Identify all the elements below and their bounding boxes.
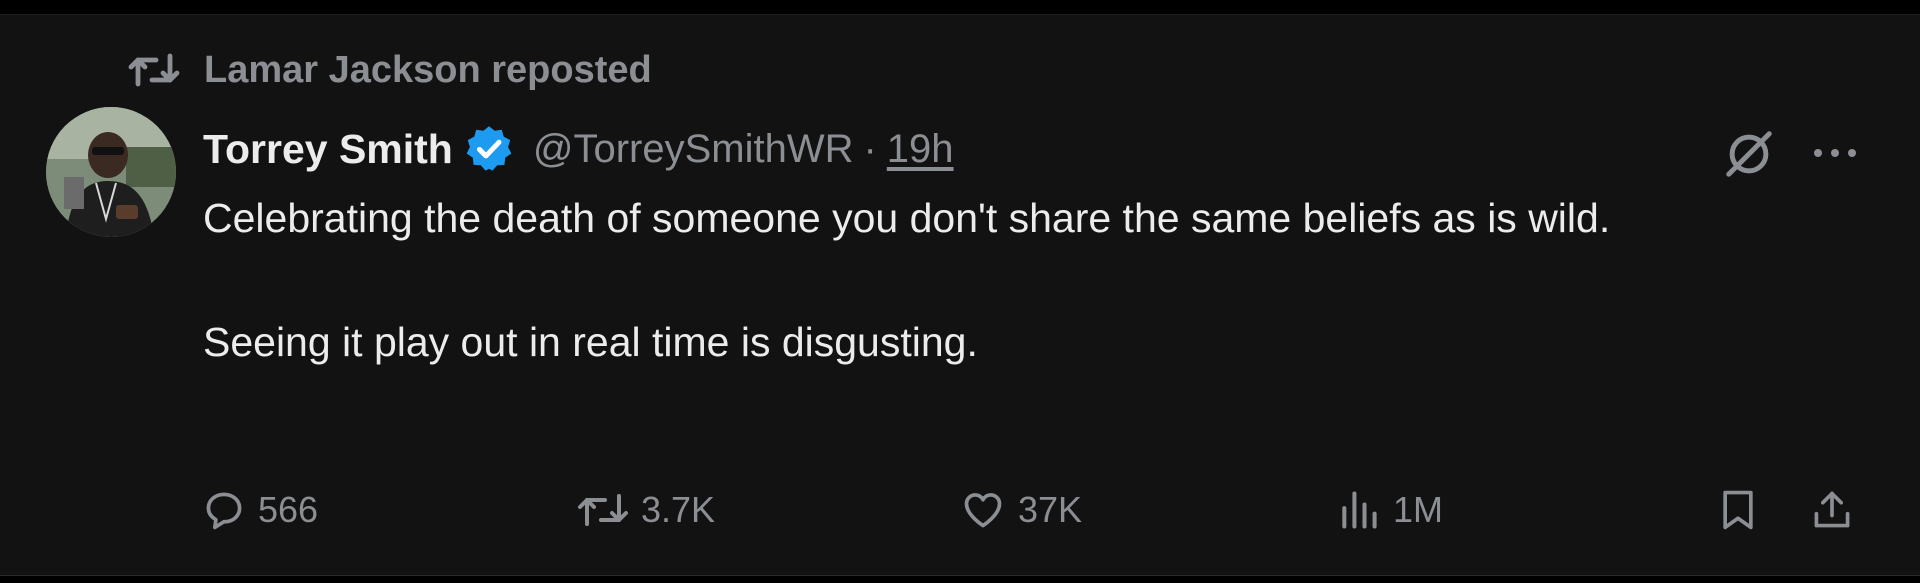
bookmark-icon bbox=[1723, 490, 1753, 530]
grok-icon[interactable] bbox=[1722, 127, 1776, 181]
tweet-card[interactable]: Lamar Jackson reposted Torrey Smith @Tor… bbox=[0, 14, 1920, 576]
bookmark-button[interactable] bbox=[1716, 480, 1760, 540]
like-button[interactable]: 37K bbox=[960, 480, 1082, 540]
timestamp-link[interactable]: 19h bbox=[887, 127, 954, 172]
share-button[interactable] bbox=[1810, 480, 1854, 540]
tweet-header: Torrey Smith @TorreySmithWR · 19h bbox=[203, 119, 954, 179]
heart-icon bbox=[964, 493, 1002, 528]
verified-badge-icon[interactable] bbox=[463, 123, 515, 175]
repost-label: Lamar Jackson reposted bbox=[204, 48, 652, 91]
repost-count: 3.7K bbox=[641, 489, 716, 530]
repost-button[interactable]: 3.7K bbox=[577, 480, 715, 540]
reply-count: 566 bbox=[258, 489, 319, 530]
reply-button[interactable]: 566 bbox=[202, 480, 318, 540]
repost-icon bbox=[128, 53, 180, 87]
avatar[interactable] bbox=[46, 107, 176, 237]
like-count: 37K bbox=[1018, 489, 1083, 530]
tweet-text-paragraph-1: Celebrating the death of someone you don… bbox=[203, 195, 1611, 241]
more-options-icon[interactable] bbox=[1808, 141, 1862, 165]
separator-dot: · bbox=[863, 126, 877, 171]
view-count: 1M bbox=[1393, 489, 1444, 530]
avatar-image bbox=[46, 107, 176, 237]
share-icon bbox=[1814, 491, 1850, 528]
reply-icon bbox=[206, 492, 242, 530]
analytics-icon bbox=[1342, 491, 1377, 529]
author-name[interactable]: Torrey Smith bbox=[203, 126, 453, 173]
action-bar: 566 3.7K 37K 1M bbox=[0, 480, 1920, 540]
views-button[interactable]: 1M bbox=[1337, 480, 1443, 540]
repost-indicator[interactable]: Lamar Jackson reposted bbox=[128, 45, 652, 95]
tweet-text-paragraph-2: Seeing it play out in real time is disgu… bbox=[203, 319, 978, 365]
author-handle[interactable]: @TorreySmithWR bbox=[533, 127, 854, 172]
tweet-text: Celebrating the death of someone you don… bbox=[203, 187, 1823, 373]
repost-action-icon bbox=[578, 494, 628, 526]
